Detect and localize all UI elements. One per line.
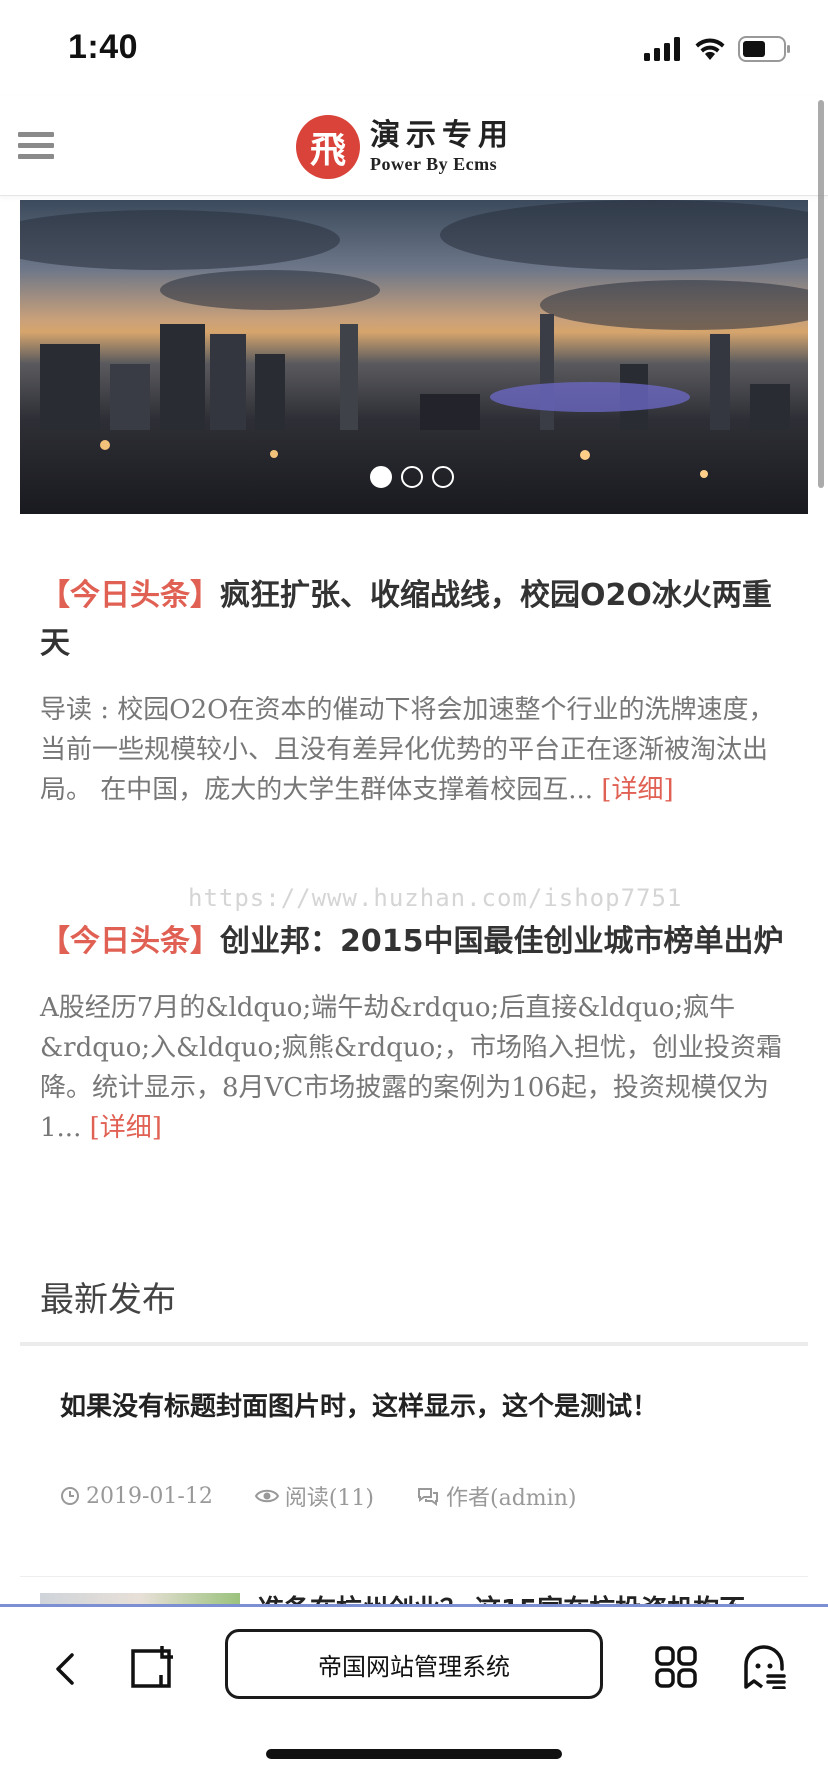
home-indicator[interactable]	[266, 1749, 562, 1759]
hamburger-menu-icon[interactable]	[18, 132, 54, 162]
carousel-dot-2[interactable]	[401, 466, 423, 488]
news-card[interactable]: 如果没有标题封面图片时，这样显示，这个是测试！ 2019-01-12 阅读(11…	[20, 1346, 808, 1576]
main-content: 【今日头条】疯狂扩张、收缩战线，校园O2O冰火两重天 导读 : 校园O2O在资本…	[20, 200, 808, 1608]
news-author: 作者(admin)	[416, 1480, 576, 1512]
headline-summary: 导读 : 校园O2O在资本的催动下将会加速整个行业的洗牌速度，当前一些规模较小、…	[40, 690, 800, 810]
read-more-link[interactable]: [详细]	[601, 775, 673, 805]
read-more-link[interactable]: [详细]	[90, 1113, 162, 1143]
logo-subtitle: Power By Ecms	[370, 154, 498, 174]
logo-emblem: 飛	[296, 115, 360, 179]
comments-icon	[418, 1488, 439, 1506]
logo-title: 演示专用	[370, 118, 514, 153]
status-icons	[644, 36, 792, 62]
headline-title[interactable]: 【今日头条】创业邦：2015中国最佳创业城市榜单出炉	[40, 918, 800, 966]
headline-summary: A股经历7月的&ldquo;端午劫&rdquo;后直接&ldquo;疯牛&rdq…	[40, 988, 800, 1148]
eye-icon	[254, 1489, 279, 1503]
headline-title[interactable]: 【今日头条】疯狂扩张、收缩战线，校园O2O冰火两重天	[40, 572, 800, 668]
logo-text: 演示专用 Power By Ecms	[370, 119, 514, 175]
back-arrow-icon[interactable]	[44, 1647, 88, 1691]
headline-title-text: 创业邦：2015中国最佳创业城市榜单出炉	[220, 924, 784, 959]
carousel-dot-3[interactable]	[432, 466, 454, 488]
status-time: 1:40	[68, 28, 139, 66]
carousel-dots	[370, 466, 454, 488]
news-date: 2019-01-12	[60, 1484, 213, 1509]
address-bar[interactable]: 帝国网站管理系统	[225, 1629, 603, 1699]
site-header: 飛 演示专用 Power By Ecms	[0, 96, 828, 196]
news-title[interactable]: 如果没有标题封面图片时，这样显示，这个是测试！	[60, 1386, 658, 1423]
clock-icon	[61, 1487, 79, 1505]
news-reads: 阅读(11)	[254, 1480, 375, 1512]
wifi-icon	[695, 38, 725, 60]
browser-toolbar: 帝国网站管理系统	[0, 1604, 828, 1792]
grid-menu-icon[interactable]	[654, 1645, 698, 1689]
tabs-icon[interactable]	[130, 1645, 176, 1689]
battery-icon	[738, 36, 790, 62]
status-bar: 1:40	[0, 0, 828, 96]
latest-section-title: 最新发布	[40, 1280, 176, 1320]
news-author-text: 作者(admin)	[446, 1486, 577, 1511]
carousel-dot-1[interactable]	[370, 466, 392, 488]
headline-article-2: 【今日头条】创业邦：2015中国最佳创业城市榜单出炉 A股经历7月的&ldquo…	[40, 918, 800, 1148]
site-logo[interactable]: 飛 演示专用 Power By Ecms	[296, 112, 514, 182]
cellular-signal-icon	[644, 37, 680, 61]
news-date-text: 2019-01-12	[86, 1483, 213, 1509]
hero-banner[interactable]	[20, 200, 808, 514]
headline-article-1: 【今日头条】疯狂扩张、收缩战线，校园O2O冰火两重天 导读 : 校园O2O在资本…	[40, 572, 800, 810]
watermark: https://www.huzhan.com/ishop7751	[188, 884, 683, 912]
news-meta: 2019-01-12 阅读(11) 作者(admin)	[60, 1480, 576, 1512]
ghost-menu-icon[interactable]	[742, 1645, 786, 1689]
news-reads-text: 阅读(11)	[284, 1486, 375, 1511]
headline-tag: 【今日头条】	[40, 924, 220, 959]
headline-tag: 【今日头条】	[40, 578, 220, 613]
page-scrollbar[interactable]	[818, 100, 824, 488]
